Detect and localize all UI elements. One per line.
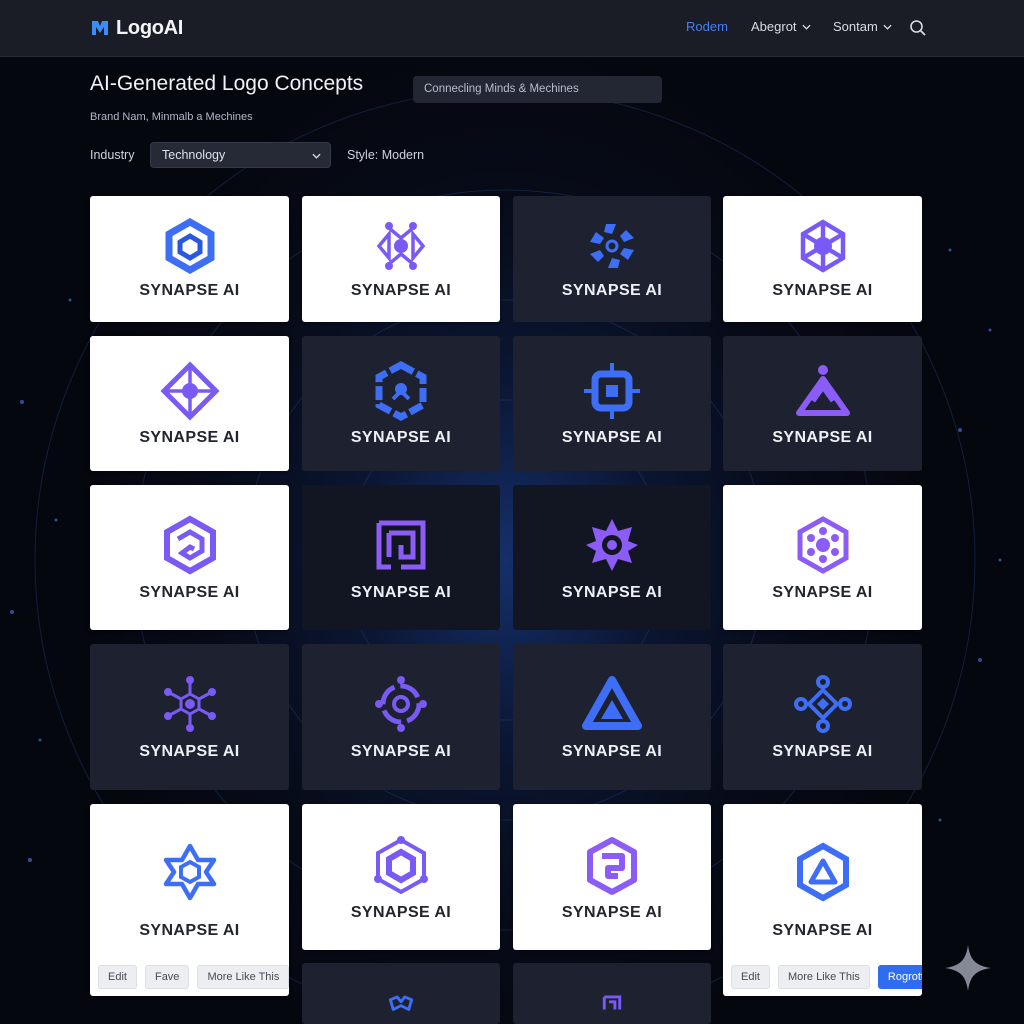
- logo-card[interactable]: SYNAPSE AI: [302, 804, 500, 950]
- hexagon-molecule-icon: [797, 516, 848, 574]
- logo-brand-name: SYNAPSE AI: [139, 743, 240, 760]
- industry-select[interactable]: Technology: [150, 142, 331, 168]
- partial-logo-icon: [602, 995, 622, 1010]
- fave-button[interactable]: Fave: [144, 965, 190, 989]
- logo-card[interactable]: SYNAPSE AI: [90, 196, 289, 322]
- hexagon-ring-icon: [374, 836, 428, 895]
- brand-name-line: Brand Nam, Minmalb a Mechines: [90, 111, 253, 123]
- logo-card[interactable]: SYNAPSE AI: [302, 644, 500, 790]
- nav-link-label: Rodem: [686, 19, 728, 34]
- logo-card[interactable]: SYNAPSE AI: [302, 336, 500, 471]
- logo-mark-icon: [92, 21, 108, 35]
- logo-card[interactable]: SYNAPSE AI: [513, 804, 711, 950]
- hexagon-fold-icon: [163, 515, 216, 575]
- logo-brand-name: SYNAPSE AI: [139, 922, 240, 939]
- logo-card[interactable]: SYNAPSE AI: [723, 196, 922, 322]
- logo-card[interactable]: SYNAPSE AI: [302, 485, 500, 630]
- diamond-chain-icon: [793, 675, 852, 733]
- search-icon[interactable]: [909, 19, 927, 37]
- logo-brand-name: SYNAPSE AI: [772, 282, 873, 299]
- logo-brand-name: SYNAPSE AI: [139, 584, 240, 601]
- logo-card[interactable]: SYNAPSE AI: [513, 196, 711, 322]
- network-node-icon: [376, 222, 426, 270]
- diamond-node-icon: [159, 361, 220, 421]
- logo-brand-name: SYNAPSE AI: [561, 904, 663, 921]
- logo-brand-name: SYNAPSE AI: [772, 429, 873, 446]
- logo-brand-name: SYNAPSE AI: [561, 584, 663, 601]
- more-like-this-button[interactable]: More Like This: [197, 965, 289, 989]
- logo-brand-name: SYNAPSE AI: [350, 743, 452, 760]
- ring-node-icon: [375, 676, 427, 732]
- logo-card[interactable]: SYNAPSE AI: [90, 336, 289, 471]
- maze-square-icon: [376, 520, 426, 570]
- logo-card[interactable]: SYNAPSE AI: [723, 336, 922, 471]
- circuit-square-icon: [584, 363, 640, 419]
- pinwheel-icon: [590, 224, 634, 268]
- person-triangle-icon: [795, 365, 850, 416]
- logo-brand-name: SYNAPSE AI: [350, 429, 452, 446]
- card-actions: Edit Fave More Like This: [90, 958, 289, 996]
- partial-logo-icon: [388, 995, 414, 1011]
- logo-card[interactable]: SYNAPSE AI Edit Fave More Like This: [90, 804, 289, 996]
- nav-link-label: Abegrot: [751, 19, 797, 34]
- nav-link-abegrot[interactable]: Abegrot: [751, 19, 811, 34]
- hexagon-knot-icon: [165, 217, 214, 275]
- logo-card[interactable]: SYNAPSE AI: [513, 336, 711, 471]
- gear-star-icon: [586, 519, 638, 571]
- triangle-icon: [582, 676, 642, 730]
- logo-card[interactable]: [302, 963, 500, 1024]
- top-navigation: LogoAI Rodem Abegrot Sontam: [0, 0, 1024, 57]
- nav-link-rodem[interactable]: Rodem: [686, 19, 728, 34]
- logo-brand-name: SYNAPSE AI: [350, 584, 452, 601]
- primary-action-button[interactable]: Rogrott: [877, 965, 922, 989]
- logo-card[interactable]: SYNAPSE AI Edit More Like This Rogrott: [723, 804, 922, 996]
- chevron-down-icon: [312, 153, 321, 159]
- logo-card[interactable]: SYNAPSE AI: [90, 644, 289, 790]
- logo-card[interactable]: SYNAPSE AI: [723, 644, 922, 790]
- industry-label: Industry: [90, 148, 135, 162]
- more-like-this-button[interactable]: More Like This: [777, 965, 870, 989]
- brand-logo[interactable]: LogoAI: [90, 14, 183, 42]
- page-title: AI-Generated Logo Concepts: [90, 72, 364, 95]
- logo-brand-name: SYNAPSE AI: [139, 429, 240, 446]
- sparkle-icon: [945, 945, 991, 991]
- app-name: LogoAI: [116, 16, 184, 39]
- logo-card[interactable]: SYNAPSE AI: [90, 485, 289, 630]
- rounded-knot-icon: [587, 837, 637, 895]
- hexagon-network-icon: [163, 676, 216, 732]
- edit-button[interactable]: Edit: [731, 965, 770, 989]
- industry-value: Technology: [162, 148, 226, 162]
- tagline-input[interactable]: Connecling Minds & Mechines: [413, 76, 662, 103]
- logo-brand-name: SYNAPSE AI: [350, 904, 452, 921]
- edit-button[interactable]: Edit: [98, 965, 137, 989]
- logo-brand-name: SYNAPSE AI: [561, 743, 663, 760]
- logo-brand-name: SYNAPSE AI: [350, 282, 452, 299]
- logo-card[interactable]: SYNAPSE AI: [302, 196, 500, 322]
- card-actions: Edit More Like This Rogrott: [723, 958, 922, 996]
- geometric-flower-icon: [800, 219, 845, 273]
- logo-brand-name: SYNAPSE AI: [772, 743, 873, 760]
- logo-brand-name: SYNAPSE AI: [561, 429, 663, 446]
- logo-brand-name: SYNAPSE AI: [772, 584, 873, 601]
- nav-link-sontam[interactable]: Sontam: [833, 19, 892, 34]
- logo-brand-name: SYNAPSE AI: [139, 282, 240, 299]
- logo-card[interactable]: SYNAPSE AI: [723, 485, 922, 630]
- chevron-down-icon: [801, 24, 811, 30]
- logo-card[interactable]: SYNAPSE AI: [513, 485, 711, 630]
- hexagon-triangle-icon: [796, 842, 849, 902]
- brain-circuit-icon: [375, 361, 427, 421]
- chevron-down-icon: [883, 24, 892, 30]
- logo-card[interactable]: SYNAPSE AI: [513, 644, 711, 790]
- logo-card[interactable]: [513, 963, 711, 1024]
- logo-brand-name: SYNAPSE AI: [772, 922, 873, 939]
- star-network-icon: [163, 843, 216, 901]
- logo-brand-name: SYNAPSE AI: [561, 282, 663, 299]
- style-filter[interactable]: Style: Modern: [347, 148, 424, 162]
- nav-link-label: Sontam: [833, 19, 878, 34]
